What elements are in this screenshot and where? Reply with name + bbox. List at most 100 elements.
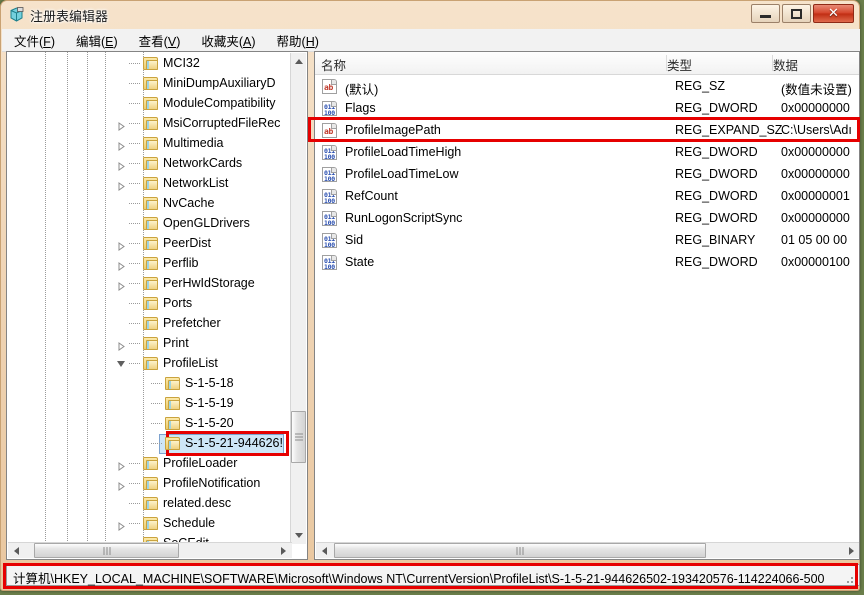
tree-item[interactable]: MCI32 <box>7 54 292 74</box>
value-row[interactable]: 011 100 RunLogonScriptSync REG_DWORD 0x00000… <box>315 208 859 230</box>
expander-collapsed-icon[interactable] <box>117 120 126 131</box>
list-scroll-left-button[interactable] <box>316 543 333 558</box>
folder-icon <box>143 157 158 170</box>
list-hscroll-thumb[interactable] <box>334 543 706 558</box>
expander-collapsed-icon[interactable] <box>117 520 126 531</box>
tree-item[interactable]: Schedule <box>7 514 292 534</box>
value-type: REG_DWORD <box>675 101 758 115</box>
value-row[interactable]: 011 100 State REG_DWORD 0x00000100 <box>315 252 859 274</box>
tree-item[interactable]: ProfileNotification <box>7 474 292 494</box>
menu-item-edit[interactable]: 编辑(E) <box>67 29 127 52</box>
registry-tree-pane[interactable]: MCI32 MiniDumpAuxiliaryD ModuleCompatibili… <box>6 51 308 560</box>
tree-connector <box>129 243 141 244</box>
resize-grip-icon[interactable] <box>845 571 857 583</box>
tree-horizontal-scrollbar[interactable] <box>8 542 292 558</box>
tree-scroll-right-button[interactable] <box>275 543 292 558</box>
tree-item[interactable]: Multimedia <box>7 134 292 154</box>
tree-item-label: PerHwIdStorage <box>163 276 255 290</box>
value-row[interactable]: 011 100 ProfileLoadTimeHigh REG_DWORD 0x0000… <box>315 142 859 164</box>
tree-scroll-up-button[interactable] <box>291 53 306 70</box>
tree-item[interactable]: related.desc <box>7 494 292 514</box>
tree-item[interactable]: ProfileLoader <box>7 454 292 474</box>
tree-item[interactable]: NetworkList <box>7 174 292 194</box>
value-name: ProfileLoadTimeLow <box>345 167 459 181</box>
tree-item-label: S-1-5-21-944626! <box>185 436 283 450</box>
tree-scroll-left-button[interactable] <box>8 543 25 558</box>
tree-item[interactable]: Ports <box>7 294 292 314</box>
expander-collapsed-icon[interactable] <box>117 180 126 191</box>
folder-icon <box>165 377 180 390</box>
tree-scroll-thumb[interactable] <box>291 411 306 463</box>
tree-item[interactable]: S-1-5-19 <box>7 394 292 414</box>
tree-item[interactable]: NvCache <box>7 194 292 214</box>
tree-hscroll-thumb[interactable] <box>34 543 179 558</box>
tree-connector <box>129 203 141 204</box>
value-row[interactable]: ab (默认) REG_SZ (数值未设置) <box>315 76 859 98</box>
chevron-left-icon <box>322 546 327 555</box>
expander-expanded-icon[interactable] <box>117 360 126 369</box>
maximize-button[interactable] <box>782 4 811 23</box>
tree-connector <box>129 183 141 184</box>
menu-item-favorites[interactable]: 收藏夹(A) <box>192 29 264 52</box>
registry-path-text: 计算机\HKEY_LOCAL_MACHINE\SOFTWARE\Microsof… <box>13 572 825 586</box>
tree-connector <box>129 123 141 124</box>
expander-collapsed-icon[interactable] <box>117 460 126 471</box>
tree-item[interactable]: ProfileList <box>7 354 292 374</box>
tree-item[interactable]: Print <box>7 334 292 354</box>
tree-connector <box>129 223 141 224</box>
list-horizontal-scrollbar[interactable] <box>316 542 859 558</box>
expander-collapsed-icon[interactable] <box>117 140 126 151</box>
tree-item-label: S-1-5-18 <box>185 376 234 390</box>
tree-item[interactable]: ModuleCompatibility <box>7 94 292 114</box>
tree-item[interactable]: Perflib <box>7 254 292 274</box>
tree-connector <box>151 383 163 384</box>
value-row[interactable]: 011 100 RefCount REG_DWORD 0x00000001 <box>315 186 859 208</box>
tree-item[interactable]: Prefetcher <box>7 314 292 334</box>
folder-icon <box>143 297 158 310</box>
value-type: REG_DWORD <box>675 189 758 203</box>
minimize-button[interactable] <box>751 4 780 23</box>
expander-collapsed-icon[interactable] <box>117 260 126 271</box>
tree-item[interactable]: S-1-5-18 <box>7 374 292 394</box>
folder-icon <box>165 437 180 450</box>
tree-scroll-down-button[interactable] <box>291 527 306 544</box>
list-scroll-right-button[interactable] <box>843 543 859 558</box>
value-row[interactable]: 011 100 ProfileLoadTimeLow REG_DWORD 0x00000… <box>315 164 859 186</box>
expander-collapsed-icon[interactable] <box>117 340 126 351</box>
tree-item[interactable]: OpenGLDrivers <box>7 214 292 234</box>
tree-connector <box>151 443 163 444</box>
tree-item[interactable]: PerHwIdStorage <box>7 274 292 294</box>
values-column-header[interactable]: 名称 类型 数据 <box>315 52 859 75</box>
expander-collapsed-icon[interactable] <box>117 240 126 251</box>
menu-item-view[interactable]: 查看(V) <box>130 29 190 52</box>
minimize-icon <box>752 5 779 22</box>
folder-icon <box>143 477 158 490</box>
value-row[interactable]: 011 100 Flags REG_DWORD 0x00000000 <box>315 98 859 120</box>
folder-icon <box>143 257 158 270</box>
tree-item[interactable]: MsiCorruptedFileRec <box>7 114 292 134</box>
expander-collapsed-icon[interactable] <box>117 160 126 171</box>
column-header-type[interactable]: 类型 <box>667 52 770 74</box>
registry-values-pane[interactable]: 名称 类型 数据 ab (默认) REG_SZ (数值未设置) 011 100 Flags REG… <box>314 51 860 560</box>
value-row[interactable]: ab ProfileImagePath REG_EXPAND_SZ C:\Users\… <box>315 120 859 142</box>
tree-item-label: NvCache <box>163 196 215 210</box>
tree-vertical-scrollbar[interactable] <box>290 53 306 544</box>
close-button[interactable]: ✕ <box>813 4 854 23</box>
registry-tree[interactable]: MCI32 MiniDumpAuxiliaryD ModuleCompatibili… <box>7 52 292 544</box>
tree-connector <box>129 263 141 264</box>
tree-item[interactable]: MiniDumpAuxiliaryD <box>7 74 292 94</box>
tree-item[interactable]: S-1-5-20 <box>7 414 292 434</box>
column-header-name[interactable]: 名称 <box>321 52 664 74</box>
tree-item-selected[interactable]: S-1-5-21-944626! <box>7 434 292 454</box>
column-header-data[interactable]: 数据 <box>773 52 859 74</box>
expander-collapsed-icon[interactable] <box>117 280 126 291</box>
menu-item-file[interactable]: 文件(F) <box>5 29 64 52</box>
expander-collapsed-icon[interactable] <box>117 480 126 491</box>
tree-item[interactable]: NetworkCards <box>7 154 292 174</box>
menu-item-help[interactable]: 帮助(H) <box>268 29 328 52</box>
values-list[interactable]: ab (默认) REG_SZ (数值未设置) 011 100 Flags REG_DWORD 0… <box>315 74 859 539</box>
value-row[interactable]: 011 100 Sid REG_BINARY 01 05 00 00 <box>315 230 859 252</box>
tree-item[interactable]: PeerDist <box>7 234 292 254</box>
folder-icon <box>143 337 158 350</box>
tree-item-label: MsiCorruptedFileRec <box>163 116 281 130</box>
